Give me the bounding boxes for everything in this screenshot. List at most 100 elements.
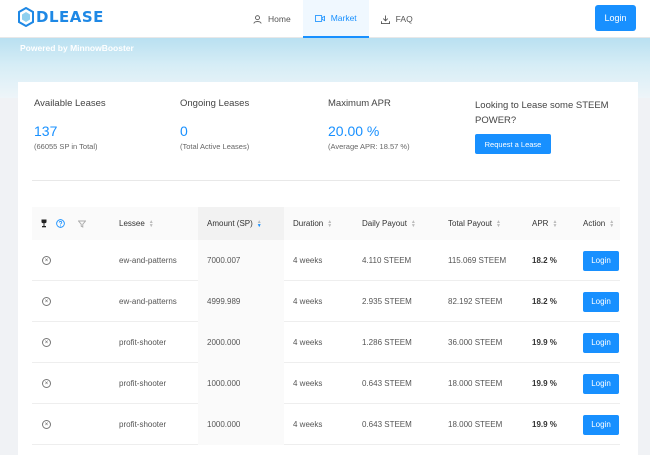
stat-value: 20.00 % [328,123,380,139]
filter-icon[interactable] [78,207,86,240]
cell-amount: 4999.989 [198,281,284,322]
remove-icon[interactable]: × [42,240,51,281]
remove-icon[interactable]: × [42,404,51,445]
row-login-button[interactable]: Login [583,291,619,312]
main-nav: Home Market FAQ [241,0,425,38]
col-apr-label: APR [532,219,549,228]
table-header: Lessee ▲ ▼ Amount (SP) ▲ ▼ Duration ▲ ▼ Dai… [32,207,620,240]
stat-title: Ongoing Leases [180,98,250,109]
col-action[interactable]: Action ▲ ▼ [583,207,614,240]
logo-hexagon-icon [18,7,34,27]
stat-ongoing-leases: Ongoing Leases 0 (Total Active Leases) [180,98,249,151]
stat-subtitle: (Average APR: 18.57 %) [328,142,410,151]
stat-value: 137 [34,123,58,139]
stat-subtitle: (Total Active Leases) [180,142,250,151]
table-row: × ew-and-patterns 4999.989 4 weeks 2.935… [32,281,620,322]
sort-icon: ▲ ▼ [609,218,615,229]
stat-title: Available Leases [34,98,106,109]
table-row: × profit-shooter 2000.000 4 weeks 1.286 … [32,322,620,363]
row-login-button[interactable]: Login [583,332,619,353]
table-row: × profit-shooter 1000.000 4 weeks 0.643 … [32,363,620,404]
user-icon [253,14,262,24]
cell-lessee[interactable]: profit-shooter [119,322,166,363]
col-lessee-label: Lessee [119,219,145,228]
cell-action: Login [583,281,619,322]
cell-action: Login [583,404,619,445]
lease-request-promo: Looking to Lease some STEEM POWER? Reque… [475,98,625,154]
trophy-icon[interactable] [40,207,48,240]
nav-faq[interactable]: FAQ [369,0,425,38]
nav-faq-label: FAQ [395,14,413,24]
cell-daily-payout: 0.643 STEEM [362,379,412,388]
table-row: × ew-and-patterns 7000.007 4 weeks 4.110… [32,240,620,281]
col-total-label: Total Payout [448,219,493,228]
col-total-payout[interactable]: Total Payout ▲ ▼ [448,207,501,240]
powered-by-text: Powered by MinnowBooster [20,43,134,53]
promo-title: Looking to Lease some STEEM POWER? [475,100,609,126]
cell-amount: 1000.000 [198,363,284,404]
cell-duration: 4 weeks [293,297,323,306]
sort-icon: ▲ ▼ [496,218,501,229]
logo-text: DLEASE [36,8,104,26]
col-duration[interactable]: Duration ▲ ▼ [293,207,332,240]
download-icon [380,14,390,24]
nav-market-label: Market [330,13,357,23]
sort-icon: ▲ ▼ [327,218,333,229]
cell-apr: 19.9 % [532,338,557,347]
cell-apr: 19.9 % [532,420,557,429]
row-login-button[interactable]: Login [583,250,619,271]
cell-action: Login [583,322,619,363]
col-apr[interactable]: APR ▲ ▼ [532,207,557,240]
cell-action: Login [583,363,619,404]
section-divider [32,180,620,181]
nav-home[interactable]: Home [241,0,303,38]
cell-lessee[interactable]: ew-and-patterns [119,240,177,281]
row-login-button[interactable]: Login [583,414,619,435]
cell-apr: 18.2 % [532,256,557,265]
leases-table: Lessee ▲ ▼ Amount (SP) ▲ ▼ Duration ▲ ▼ Dai… [32,207,620,445]
stat-available-leases: Available Leases 137 (66055 SP in Total) [34,98,106,151]
row-login-button[interactable]: Login [583,373,619,394]
table-row: × profit-shooter 1000.000 4 weeks 0.643 … [32,404,620,445]
col-duration-label: Duration [293,219,324,228]
cell-duration: 4 weeks [293,256,323,265]
cell-lessee[interactable]: ew-and-patterns [119,281,177,322]
top-navigation-bar: DLEASE Home Market FAQ Login [0,0,650,38]
stat-maximum-apr: Maximum APR 20.00 % (Average APR: 18.57 … [328,98,410,151]
help-icon[interactable] [56,207,65,240]
cell-lessee[interactable]: profit-shooter [119,363,166,404]
sort-icon: ▲ ▼ [148,218,154,229]
cell-total-payout: 18.000 STEEM [448,420,503,429]
remove-icon[interactable]: × [42,322,51,363]
cell-total-payout: 18.000 STEEM [448,379,503,388]
cell-duration: 4 weeks [293,338,323,347]
cell-total-payout: 115.069 STEEM [448,256,507,265]
cell-apr: 18.2 % [532,297,557,306]
dlease-logo[interactable]: DLEASE [18,7,104,27]
col-action-label: Action [583,219,606,228]
col-amount[interactable]: Amount (SP) ▲ ▼ [198,207,284,240]
video-icon [314,14,325,22]
cell-amount: 7000.007 [198,240,284,281]
cell-total-payout: 36.000 STEEM [448,338,503,347]
stat-title: Maximum APR [328,98,391,109]
col-lessee[interactable]: Lessee ▲ ▼ [119,207,154,240]
remove-icon[interactable]: × [42,363,51,404]
remove-icon[interactable]: × [42,281,51,322]
cell-daily-payout: 1.286 STEEM [362,338,412,347]
request-lease-button[interactable]: Request a Lease [475,134,551,154]
cell-total-payout: 82.192 STEEM [448,297,503,306]
sort-icon: ▲ ▼ [552,218,558,229]
nav-home-label: Home [268,14,291,24]
col-amount-label: Amount (SP) [207,219,253,228]
col-daily-label: Daily Payout [362,219,407,228]
col-daily-payout[interactable]: Daily Payout ▲ ▼ [362,207,416,240]
cell-duration: 4 weeks [293,379,323,388]
nav-market[interactable]: Market [302,0,369,38]
login-button[interactable]: Login [595,5,636,31]
cell-apr: 19.9 % [532,379,557,388]
sort-descending-icon: ▲ ▼ [256,218,262,229]
cell-lessee[interactable]: profit-shooter [119,404,166,445]
stat-value: 0 [180,123,188,139]
cell-daily-payout: 4.110 STEEM [362,256,412,265]
